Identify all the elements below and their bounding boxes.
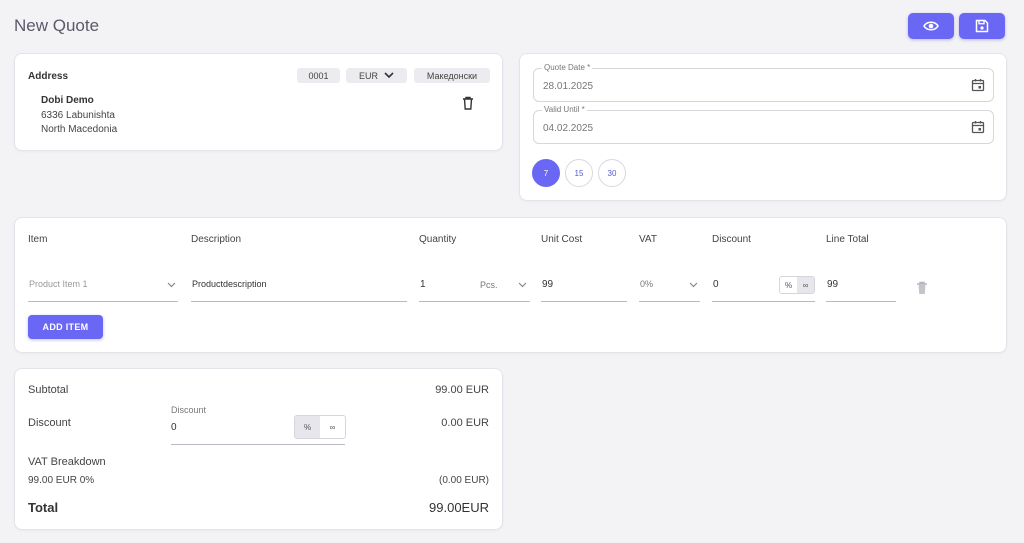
vat-line-label: 99.00 EUR 0%: [28, 475, 95, 486]
quote-number: 0001: [308, 70, 329, 81]
language-value: Македонски: [426, 70, 478, 81]
vat-line-value: (0.00 EUR): [438, 475, 489, 486]
floppy-disk-icon: [975, 19, 989, 33]
currency-value: EUR: [358, 70, 378, 81]
page-title: New Quote: [14, 16, 100, 35]
line-total-value: 99: [827, 279, 839, 290]
total-value: 99.00EUR: [429, 500, 489, 515]
subtotal-value: 99.00 EUR: [435, 384, 489, 396]
discount-value: 0.00 EUR: [441, 417, 489, 429]
col-head-item: Item: [28, 234, 48, 245]
calendar-icon[interactable]: [971, 78, 985, 92]
col-head-description: Description: [191, 234, 242, 245]
unit-cost-input[interactable]: 99: [541, 270, 627, 302]
discount-type-toggle[interactable]: % ∞: [779, 276, 815, 294]
vat-value: 0%: [640, 279, 654, 289]
days-30-button[interactable]: 30: [598, 159, 626, 187]
discount-input[interactable]: 0 % ∞: [712, 270, 815, 302]
unit-cost-value: 99: [542, 279, 554, 290]
total-discount-value: 0: [171, 422, 177, 433]
items-card: Item Description Quantity Unit Cost VAT …: [14, 217, 1007, 353]
quote-date-label: Quote Date *: [542, 63, 593, 72]
calendar-icon[interactable]: [971, 120, 985, 134]
days-15-button[interactable]: 15: [565, 159, 593, 187]
total-percent-option[interactable]: %: [295, 416, 320, 438]
amount-option[interactable]: ∞: [797, 277, 814, 293]
save-button[interactable]: [959, 13, 1005, 39]
discount-value: 0: [713, 279, 719, 290]
description-input[interactable]: Productdescription: [191, 270, 407, 302]
dates-card: Quote Date * 28.01.2025 Valid Until * 04…: [519, 53, 1007, 201]
language-select[interactable]: Македонски: [414, 68, 490, 83]
address-card: Address 0001 EUR Македонски Dobi Demo 63…: [14, 53, 503, 151]
totals-card: Subtotal 99.00 EUR Discount Discount 0 %…: [14, 368, 503, 530]
item-select[interactable]: Product Item 1: [28, 270, 178, 302]
valid-until-label: Valid Until *: [542, 105, 587, 114]
total-amount-option[interactable]: ∞: [320, 416, 345, 438]
vat-select[interactable]: 0%: [639, 270, 700, 302]
vat-breakdown-label: VAT Breakdown: [28, 456, 106, 468]
valid-until-value: 04.02.2025: [543, 123, 594, 134]
address-line-1: 6336 Labunishta: [41, 110, 115, 121]
chevron-down-icon: [518, 282, 527, 288]
eye-icon: [923, 21, 939, 31]
col-head-vat: VAT: [639, 234, 657, 245]
address-line-2: North Macedonia: [41, 124, 118, 135]
unit-select[interactable]: Pcs.: [480, 280, 498, 290]
address-heading: Address: [28, 71, 69, 82]
valid-until-field[interactable]: Valid Until * 04.02.2025: [533, 105, 994, 144]
quantity-input[interactable]: 1 Pcs.: [419, 270, 530, 302]
col-head-quantity: Quantity: [419, 234, 457, 245]
add-item-button[interactable]: ADD ITEM: [28, 315, 103, 339]
quote-date-field[interactable]: Quote Date * 28.01.2025: [533, 63, 994, 102]
trash-icon[interactable]: [462, 96, 474, 110]
total-discount-type-toggle[interactable]: % ∞: [294, 415, 346, 439]
quantity-value: 1: [420, 279, 426, 290]
item-placeholder: Product Item 1: [29, 279, 88, 289]
discount-label: Discount: [28, 417, 71, 429]
chevron-down-icon: [167, 282, 176, 288]
days-7-button[interactable]: 7: [532, 159, 560, 187]
client-name: Dobi Demo: [41, 95, 94, 106]
col-head-discount: Discount: [712, 234, 751, 245]
quote-date-value: 28.01.2025: [543, 81, 594, 92]
currency-select[interactable]: EUR: [346, 68, 407, 83]
chevron-down-icon: [384, 72, 394, 79]
col-head-line-total: Line Total: [826, 234, 869, 245]
percent-option[interactable]: %: [780, 277, 797, 293]
subtotal-label: Subtotal: [28, 384, 69, 396]
chevron-down-icon: [689, 282, 698, 288]
total-discount-input[interactable]: 0 % ∞: [171, 415, 346, 445]
total-label: Total: [28, 500, 59, 515]
total-discount-field-label: Discount: [171, 405, 207, 415]
quote-number-chip[interactable]: 0001: [297, 68, 340, 83]
preview-button[interactable]: [908, 13, 954, 39]
line-total-input[interactable]: 99: [826, 270, 896, 302]
col-head-unit-cost: Unit Cost: [541, 234, 583, 245]
trash-icon[interactable]: [916, 281, 928, 295]
description-value: Productdescription: [192, 279, 267, 289]
